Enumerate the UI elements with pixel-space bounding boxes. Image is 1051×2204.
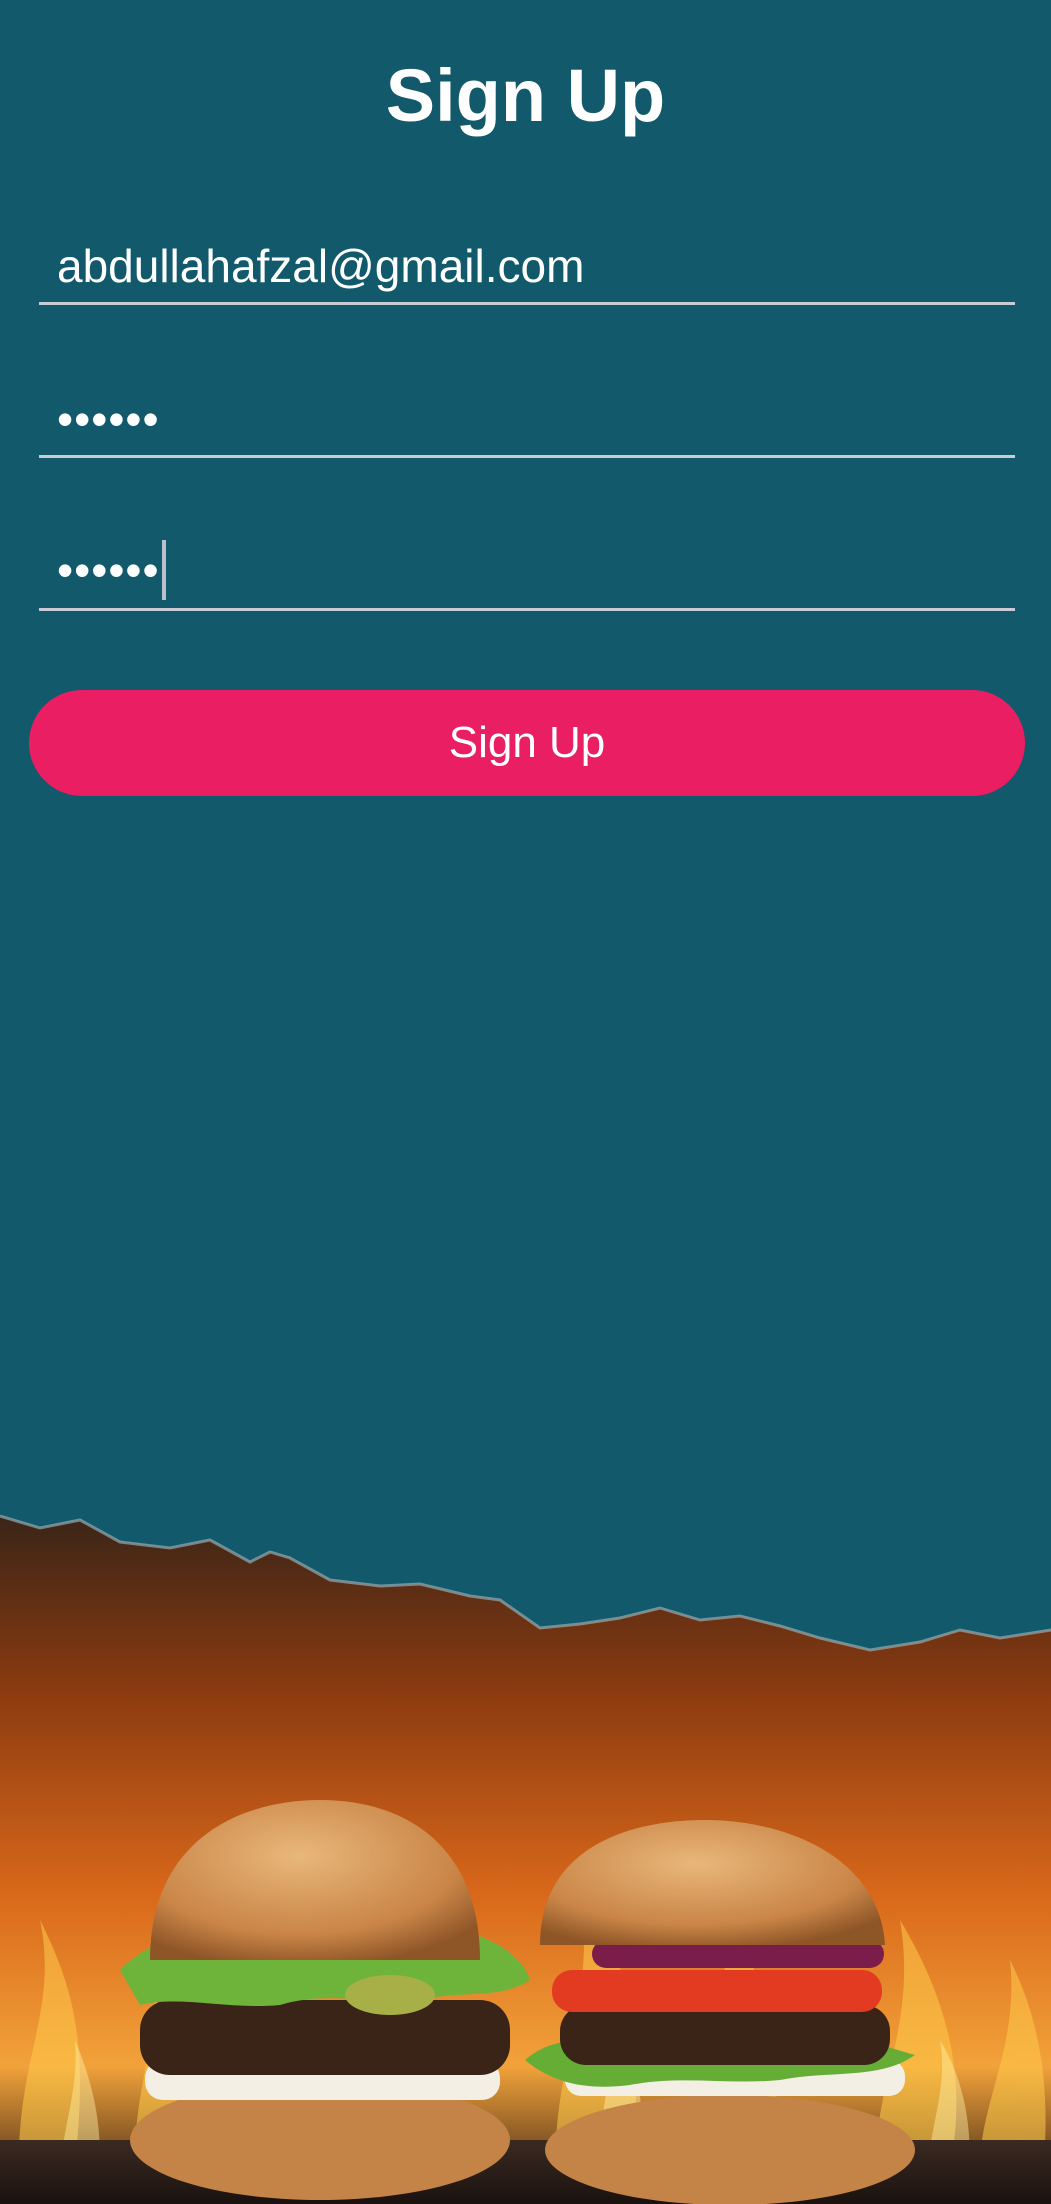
page-title: Sign Up [385, 54, 666, 137]
burgers-with-flames-image [0, 1514, 1051, 2204]
password-field[interactable]: •••••• [39, 385, 1015, 458]
password-value: •••••• [57, 393, 160, 445]
confirm-password-value: •••••• [57, 544, 160, 596]
confirm-password-wrapper: •••••• [57, 540, 166, 600]
confirm-password-field[interactable]: •••••• [39, 538, 1015, 611]
email-field[interactable]: abdullahafzal@gmail.com [39, 232, 1015, 305]
sign-up-button[interactable]: Sign Up [29, 690, 1025, 796]
email-value: abdullahafzal@gmail.com [57, 240, 585, 292]
text-caret [161, 540, 166, 600]
